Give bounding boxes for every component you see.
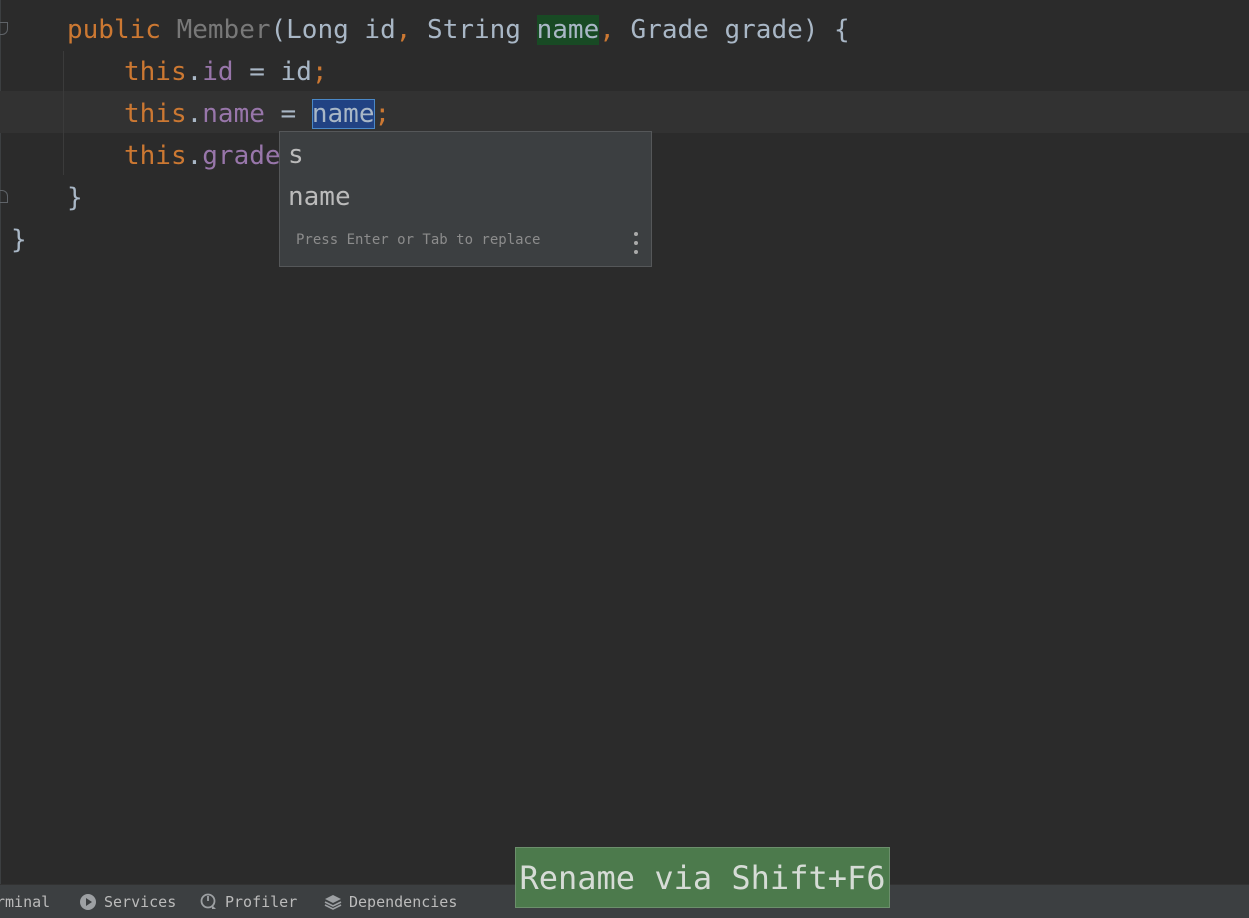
rename-shortcut-hint: Rename via Shift+F6 bbox=[515, 847, 890, 908]
code-line-assign-name[interactable]: this.name = name; bbox=[124, 93, 390, 135]
selected-identifier: name bbox=[311, 99, 375, 129]
code-token: , bbox=[599, 15, 615, 45]
profiler-icon bbox=[200, 893, 216, 909]
code-token: id bbox=[202, 57, 234, 87]
code-token: Grade grade) { bbox=[614, 15, 850, 45]
tab-services[interactable]: Services bbox=[78, 885, 176, 918]
fold-start-icon[interactable] bbox=[0, 22, 8, 35]
tab-terminal-label: rminal bbox=[0, 893, 51, 911]
code-line-assign-id[interactable]: this.id = id; bbox=[124, 51, 328, 93]
services-icon bbox=[80, 894, 96, 910]
code-token: (Long id bbox=[270, 15, 396, 45]
suggestion-item[interactable]: s bbox=[288, 134, 304, 176]
tab-profiler-label: Profiler bbox=[225, 893, 298, 911]
code-token: this bbox=[124, 141, 187, 171]
code-line-class-close[interactable]: } bbox=[11, 219, 27, 261]
tab-services-label: Services bbox=[104, 893, 177, 911]
dependencies-icon bbox=[324, 895, 342, 910]
code-token: ; bbox=[311, 57, 328, 87]
code-token: . bbox=[186, 57, 203, 87]
tab-dependencies-label: Dependencies bbox=[349, 893, 458, 911]
code-token: public bbox=[67, 15, 161, 45]
indent-guide bbox=[63, 51, 64, 175]
code-token: String bbox=[411, 15, 537, 45]
suggestion-item[interactable]: name bbox=[288, 176, 351, 218]
fold-end-icon[interactable] bbox=[0, 190, 8, 203]
more-vertical-icon[interactable] bbox=[631, 232, 641, 254]
popup-hint-text: Press Enter or Tab to replace bbox=[296, 232, 541, 248]
code-token: this bbox=[124, 99, 187, 129]
code-token: = bbox=[264, 99, 312, 129]
tab-dependencies[interactable]: Dependencies bbox=[323, 885, 457, 918]
code-token: Member bbox=[176, 15, 271, 45]
code-token: } bbox=[11, 225, 27, 255]
highlighted-parameter: name bbox=[536, 15, 600, 45]
code-token: this bbox=[124, 57, 187, 87]
code-token: ; bbox=[374, 99, 391, 129]
code-token: = id bbox=[233, 57, 312, 87]
rename-suggestion-popup: s name Press Enter or Tab to replace bbox=[279, 131, 652, 267]
code-token: . bbox=[186, 141, 203, 171]
tab-profiler[interactable]: Profiler bbox=[199, 885, 297, 918]
code-line-method-close[interactable]: } bbox=[67, 177, 83, 219]
code-token: grade bbox=[202, 141, 281, 171]
code-token: . bbox=[186, 99, 203, 129]
code-token: , bbox=[395, 15, 412, 45]
code-token: } bbox=[67, 183, 83, 213]
code-token: name bbox=[202, 99, 265, 129]
code-line-constructor[interactable]: public Member(Long id, String name, Grad… bbox=[67, 9, 850, 51]
tab-terminal[interactable]: rminal bbox=[0, 885, 50, 918]
